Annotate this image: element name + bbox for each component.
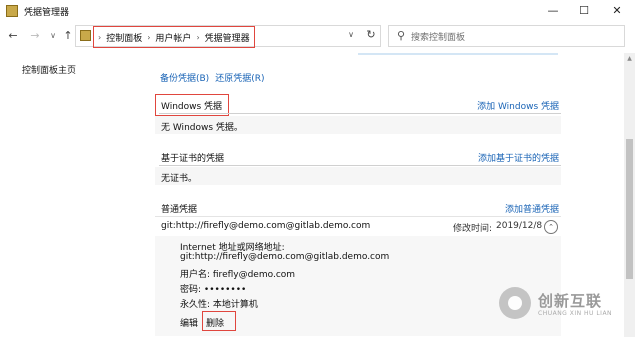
backup-credentials-link[interactable]: 备份凭据(B): [160, 71, 209, 84]
breadcrumb: › 控制面板 › 用户帐户 › 凭据管理器: [93, 26, 255, 48]
control-panel-icon: [80, 30, 91, 41]
breadcrumb-control-panel[interactable]: 控制面板: [106, 31, 142, 44]
scroll-up-arrow-icon[interactable]: ▲: [624, 55, 635, 62]
add-windows-credential-link[interactable]: 添加 Windows 凭据: [477, 99, 559, 112]
sidebar-control-panel-home-link[interactable]: 控制面板主页: [22, 63, 76, 76]
breadcrumb-credential-manager[interactable]: 凭据管理器: [205, 31, 250, 44]
breadcrumb-separator: ›: [147, 32, 151, 42]
header-divider: [358, 53, 558, 55]
forward-arrow-icon[interactable]: →: [28, 29, 42, 43]
collapse-chevron-up-icon[interactable]: ⌃: [544, 220, 558, 234]
detail-password: 密码: ••••••••: [180, 285, 247, 295]
refresh-icon[interactable]: ↻: [362, 26, 380, 44]
watermark-text: 创新互联: [538, 292, 603, 310]
detail-username: 用户名: firefly@demo.com: [180, 270, 296, 280]
window-title: 凭据管理器: [24, 8, 70, 18]
edit-credential-link[interactable]: 编辑: [180, 316, 198, 329]
breadcrumb-separator: ›: [98, 32, 102, 42]
minimize-button[interactable]: —: [536, 0, 570, 22]
title-bar: 凭据管理器 — ☐ ✕: [0, 0, 635, 22]
section-divider: [159, 165, 561, 166]
generic-credential-row[interactable]: git:http://firefly@demo.com@gitlab.demo.…: [155, 216, 561, 237]
vertical-scrollbar[interactable]: ▲: [624, 53, 635, 337]
breadcrumb-separator: ›: [196, 32, 200, 42]
watermark-logo-icon: [499, 287, 531, 319]
generic-credentials-header: 普通凭据 添加普通凭据: [155, 197, 561, 217]
no-windows-credentials-text: 无 Windows 凭据。: [161, 123, 243, 133]
add-generic-credential-link[interactable]: 添加普通凭据: [505, 202, 559, 215]
navigation-bar: ← → ∨ ↑ › 控制面板 › 用户帐户 › 凭据管理器 ∨ ↻ ⚲ 搜索控制…: [0, 22, 635, 52]
add-certificate-credential-link[interactable]: 添加基于证书的凭据: [478, 151, 559, 164]
generic-credentials-title: 普通凭据: [161, 205, 198, 215]
scrollbar-thumb[interactable]: [626, 139, 633, 279]
restore-credentials-link[interactable]: 还原凭据(R): [215, 71, 264, 84]
up-arrow-icon[interactable]: ↑: [61, 29, 75, 43]
search-placeholder: 搜索控制面板: [411, 33, 466, 43]
certificate-credentials-title: 基于证书的凭据: [161, 154, 225, 164]
credential-manager-icon: [6, 5, 18, 17]
address-dropdown-chevron-icon[interactable]: ∨: [348, 30, 354, 39]
certificate-credentials-header: 基于证书的凭据 添加基于证书的凭据: [155, 146, 561, 166]
address-bar[interactable]: › 控制面板 › 用户帐户 › 凭据管理器 ∨: [75, 25, 381, 48]
credential-name: git:http://firefly@demo.com@gitlab.demo.…: [161, 221, 371, 231]
recent-locations-chevron-icon[interactable]: ∨: [46, 29, 60, 43]
detail-persistence: 永久性: 本地计算机: [180, 300, 258, 310]
detail-address-value: git:http://firefly@demo.com@gitlab.demo.…: [180, 252, 390, 262]
close-button[interactable]: ✕: [600, 0, 634, 22]
modified-date: 2019/12/8: [496, 221, 543, 231]
delete-credential-link[interactable]: 删除: [206, 316, 224, 329]
modified-label: 修改时间:: [453, 224, 493, 234]
search-icon: ⚲: [397, 29, 406, 42]
maximize-button[interactable]: ☐: [567, 0, 601, 22]
certificate-credentials-band: [155, 167, 561, 185]
backup-restore-links: 备份凭据(B) 还原凭据(R): [160, 71, 264, 84]
windows-credentials-header: Windows 凭据 添加 Windows 凭据: [155, 94, 561, 116]
windows-credentials-title: Windows 凭据: [161, 102, 223, 112]
section-divider: [159, 113, 561, 114]
back-arrow-icon[interactable]: ←: [6, 29, 20, 43]
no-certificates-text: 无证书。: [161, 174, 198, 184]
search-input[interactable]: ⚲ 搜索控制面板: [388, 25, 625, 47]
watermark-subtext: CHUANG XIN HU LIAN: [538, 310, 613, 317]
breadcrumb-user-accounts[interactable]: 用户帐户: [155, 31, 191, 44]
